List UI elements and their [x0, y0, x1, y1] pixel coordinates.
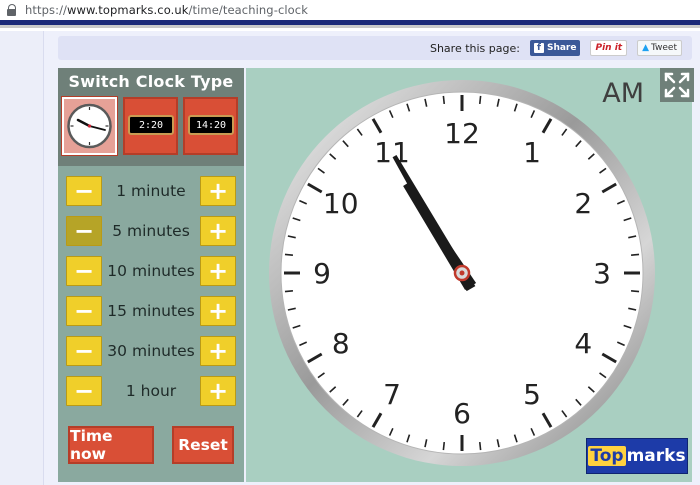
digital-12h-clock-type-button[interactable]: 2:20 — [123, 97, 178, 155]
hour-number-12: 12 — [444, 117, 480, 150]
digital-12h-display: 2:20 — [128, 115, 174, 135]
share-bar: Share this page: f Share Pin it ▲ Tweet — [58, 36, 692, 60]
url-text[interactable]: https://www.topmarks.co.uk/time/teaching… — [25, 3, 308, 17]
plus-icon: + — [207, 177, 229, 205]
step-label: 15 minutes — [107, 302, 195, 320]
topmarks-logo[interactable]: Top marks — [586, 438, 688, 474]
digital-24h-clock-type-button[interactable]: 14:20 — [183, 97, 238, 155]
minus-icon: − — [73, 177, 95, 205]
minus-10-minutes-button[interactable]: − — [66, 256, 102, 286]
analogue-clock-type-button[interactable] — [61, 96, 118, 156]
step-label: 1 hour — [125, 382, 177, 400]
minus-icon: − — [73, 337, 95, 365]
left-gutter — [0, 31, 44, 485]
minus-15-minutes-button[interactable]: − — [66, 296, 102, 326]
minus-icon: − — [73, 377, 95, 405]
plus-icon: + — [207, 377, 229, 405]
minus-30-minutes-button[interactable]: − — [66, 336, 102, 366]
minute-tick — [442, 95, 446, 105]
step-row-10-minutes: − 10 minutes + — [66, 256, 236, 286]
step-row-1-minute: − 1 minute + — [66, 176, 236, 206]
step-row-15-minutes: − 15 minutes + — [66, 296, 236, 326]
step-label: 1 minute — [116, 182, 186, 200]
switch-clock-type-title: Switch Clock Type — [68, 72, 234, 91]
hour-number-8: 8 — [332, 327, 350, 360]
step-label: 10 minutes — [107, 262, 195, 280]
browser-url-bar[interactable]: https://www.topmarks.co.uk/time/teaching… — [0, 0, 700, 20]
plus-icon: + — [207, 217, 229, 245]
plus-30-minutes-button[interactable]: + — [200, 336, 236, 366]
plus-1-hour-button[interactable]: + — [200, 376, 236, 406]
hour-number-9: 9 — [313, 257, 331, 290]
expand-icon — [664, 72, 690, 98]
step-label: 30 minutes — [107, 342, 195, 360]
minus-icon: − — [73, 257, 95, 285]
hour-number-3: 3 — [593, 257, 611, 290]
pinterest-button[interactable]: Pin it — [590, 40, 628, 56]
facebook-share-button[interactable]: f Share — [529, 40, 581, 56]
plus-10-minutes-button[interactable]: + — [200, 256, 236, 286]
plus-icon: + — [207, 297, 229, 325]
control-panel: Switch Clock Type 2:20 14:20 − 1 minute … — [58, 68, 244, 482]
minute-tick — [478, 441, 482, 451]
minus-icon: − — [73, 217, 95, 245]
analogue-clock-face[interactable]: 12 12 3 45 6 78 9 10 11 — [268, 78, 658, 470]
facebook-icon: f — [533, 43, 544, 53]
hour-number-6: 6 — [453, 397, 471, 430]
minute-tick — [284, 253, 294, 257]
minus-1-hour-button[interactable]: − — [66, 376, 102, 406]
share-label: Share this page: — [429, 41, 520, 55]
plus-15-minutes-button[interactable]: + — [200, 296, 236, 326]
hour-number-4: 4 — [574, 327, 592, 360]
plus-icon: + — [207, 257, 229, 285]
hour-number-5: 5 — [523, 378, 541, 411]
minus-icon: − — [73, 297, 95, 325]
minute-tick — [630, 289, 640, 293]
lock-icon — [7, 4, 17, 16]
step-label: 5 minutes — [112, 222, 190, 240]
plus-1-minute-button[interactable]: + — [200, 176, 236, 206]
analogue-clock-icon — [67, 103, 112, 149]
hour-number-1: 1 — [523, 136, 541, 169]
center-pin-dot — [459, 270, 465, 276]
minute-tick — [478, 95, 482, 105]
plus-5-minutes-button[interactable]: + — [200, 216, 236, 246]
clock-area: AM 12 1 2 3 4 5 6 7 8 9 10 11 Top marks — [246, 68, 694, 482]
time-now-button[interactable]: Time now — [68, 426, 154, 464]
twitter-bird-icon: ▲ — [642, 43, 650, 53]
minus-1-minute-button[interactable]: − — [66, 176, 102, 206]
hour-number-2: 2 — [574, 187, 592, 220]
minute-tick — [442, 441, 446, 451]
fullscreen-button[interactable] — [660, 68, 694, 102]
plus-icon: + — [207, 337, 229, 365]
site-nav-stripe — [0, 20, 700, 28]
step-row-30-minutes: − 30 minutes + — [66, 336, 236, 366]
hour-number-10: 10 — [323, 187, 359, 220]
hour-number-7: 7 — [383, 378, 401, 411]
reset-button[interactable]: Reset — [172, 426, 234, 464]
step-row-5-minutes: − 5 minutes + — [66, 216, 236, 246]
digital-24h-display: 14:20 — [188, 115, 234, 135]
minute-tick — [630, 253, 640, 257]
hour-number-11: 11 — [374, 136, 410, 169]
twitter-tweet-button[interactable]: ▲ Tweet — [637, 40, 682, 56]
minute-tick — [284, 289, 294, 293]
minus-5-minutes-button[interactable]: − — [66, 216, 102, 246]
step-row-1-hour: − 1 hour + — [66, 376, 236, 406]
